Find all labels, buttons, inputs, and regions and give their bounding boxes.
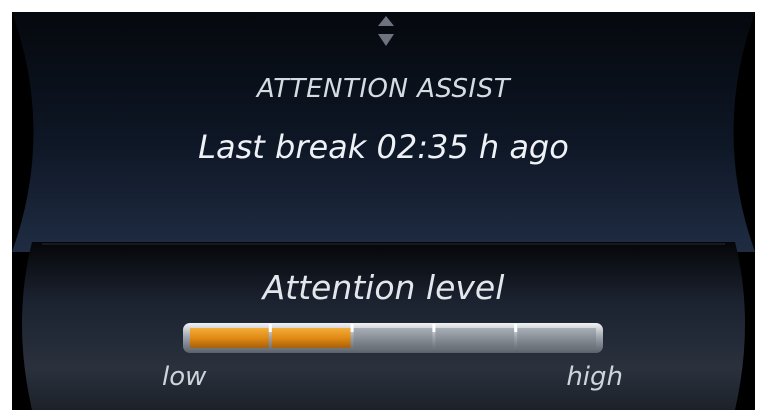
level-segment-empty (435, 328, 515, 348)
page-title: ATTENTION ASSIST (256, 74, 511, 104)
level-segment-empty (353, 328, 433, 348)
lower-panel (22, 242, 745, 410)
level-tick (350, 324, 354, 332)
level-tick (268, 324, 272, 332)
level-segment-filled (271, 328, 351, 348)
last-break-text: Last break 02:35 h ago (198, 128, 569, 166)
level-segment-empty (517, 328, 596, 348)
attention-level-title: Attention level (262, 268, 505, 307)
instrument-display: ATTENTION ASSIST Last break 02:35 h ago … (12, 12, 755, 410)
low-label: low (162, 362, 207, 392)
level-tick (432, 324, 436, 332)
attention-level-bar (183, 323, 603, 353)
level-segment-filled (190, 328, 269, 348)
scroll-up-down-icon (378, 16, 394, 46)
high-label: high (566, 362, 623, 392)
level-tick (514, 324, 518, 332)
